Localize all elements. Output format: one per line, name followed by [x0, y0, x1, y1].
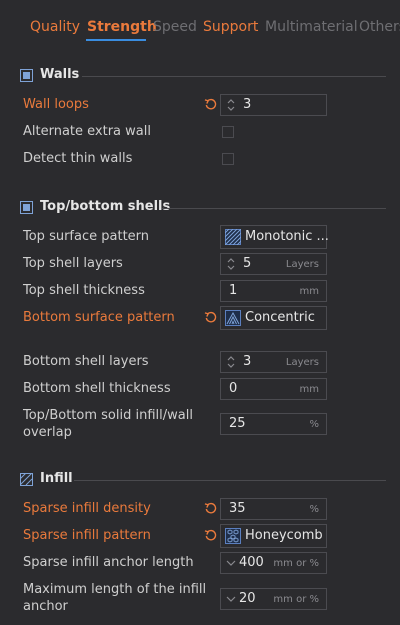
bottom-surface-pattern-label: Bottom surface pattern	[23, 310, 175, 325]
anchor-length-input[interactable]: 400 mm or %	[220, 552, 327, 574]
bottom-shell-thickness-value: 0	[229, 381, 238, 396]
top-surface-pattern-select[interactable]: Monotonic ...	[220, 225, 329, 249]
spinner-icon[interactable]	[226, 256, 236, 272]
shells-section-icon	[20, 201, 33, 214]
max-anchor-label-line2: anchor	[23, 599, 68, 614]
section-title: Infill	[40, 471, 73, 486]
top-shell-thickness-input[interactable]: 1 mm	[220, 280, 327, 302]
section-divider	[162, 208, 386, 209]
max-anchor-label-line1: Maximum length of the infill	[23, 582, 207, 597]
tab-others[interactable]: Others	[359, 19, 400, 35]
undo-icon[interactable]	[204, 529, 217, 542]
spinner-icon[interactable]	[226, 354, 236, 370]
infill-section-icon	[20, 473, 33, 486]
max-anchor-input[interactable]: 20 mm or %	[220, 588, 327, 610]
unit-label: %	[309, 419, 319, 430]
top-shell-thickness-value: 1	[229, 283, 238, 298]
undo-icon[interactable]	[204, 311, 217, 324]
unit-label: %	[309, 504, 319, 515]
top-shell-layers-value: 5	[243, 256, 252, 271]
unit-label: mm or %	[273, 558, 319, 569]
tab-multimaterial[interactable]: Multimaterial	[265, 19, 358, 35]
active-tab-indicator	[86, 39, 146, 41]
wall-loops-value: 3	[243, 97, 252, 112]
detect-thin-walls-checkbox[interactable]	[222, 153, 234, 165]
spinner-icon[interactable]	[226, 97, 236, 113]
unit-label: Layers	[285, 259, 319, 270]
overlap-label-line2: overlap	[23, 425, 72, 440]
sparse-infill-pattern-label: Sparse infill pattern	[23, 528, 151, 543]
tab-quality[interactable]: Quality	[30, 19, 80, 35]
tab-strength[interactable]: Strength	[87, 19, 157, 35]
bottom-shell-thickness-label: Bottom shell thickness	[23, 381, 171, 396]
top-shell-thickness-label: Top shell thickness	[23, 283, 145, 298]
chevron-down-icon[interactable]	[226, 559, 236, 567]
sparse-infill-pattern-select[interactable]: Honeycomb	[220, 524, 327, 548]
sparse-infill-density-value: 35	[229, 501, 246, 516]
top-surface-pattern-label: Top surface pattern	[23, 229, 150, 244]
undo-icon[interactable]	[204, 98, 217, 111]
wall-loops-label: Wall loops	[23, 97, 89, 112]
bottom-shell-layers-label: Bottom shell layers	[23, 354, 149, 369]
top-surface-pattern-value: Monotonic ...	[245, 229, 329, 244]
max-anchor-value: 20	[239, 591, 256, 606]
unit-label: Layers	[285, 357, 319, 368]
section-title: Walls	[40, 67, 80, 82]
anchor-length-label: Sparse infill anchor length	[23, 555, 194, 570]
sparse-infill-density-input[interactable]: 35 %	[220, 498, 327, 520]
section-title: Top/bottom shells	[40, 199, 171, 214]
unit-label: mm	[299, 384, 319, 395]
concentric-pattern-icon	[225, 310, 241, 326]
chevron-down-icon[interactable]	[226, 595, 236, 603]
section-shells-header: Top/bottom shells	[18, 199, 386, 217]
top-shell-layers-input[interactable]: 5 Layers	[220, 253, 327, 275]
honeycomb-pattern-icon	[225, 528, 241, 544]
alternate-extra-wall-checkbox[interactable]	[222, 126, 234, 138]
monotonic-pattern-icon	[225, 229, 241, 245]
section-infill-header: Infill	[18, 471, 386, 489]
bottom-shell-layers-value: 3	[243, 354, 252, 369]
overlap-label-line1: Top/Bottom solid infill/wall	[23, 408, 193, 423]
section-divider	[82, 76, 386, 77]
tab-speed[interactable]: Speed	[153, 19, 197, 35]
sparse-infill-pattern-value: Honeycomb	[245, 528, 323, 543]
detect-thin-walls-label: Detect thin walls	[23, 151, 133, 166]
bottom-shell-layers-input[interactable]: 3 Layers	[220, 351, 327, 373]
overlap-value: 25	[229, 416, 246, 431]
anchor-length-value: 400	[239, 555, 264, 570]
bottom-surface-pattern-value: Concentric	[245, 310, 315, 325]
top-shell-layers-label: Top shell layers	[23, 256, 123, 271]
walls-section-icon	[20, 69, 33, 82]
bottom-shell-thickness-input[interactable]: 0 mm	[220, 378, 327, 400]
bottom-surface-pattern-select[interactable]: Concentric	[220, 306, 327, 330]
tab-support[interactable]: Support	[203, 19, 258, 35]
undo-icon[interactable]	[204, 502, 217, 515]
settings-tabs: Quality Strength Speed Support Multimate…	[0, 0, 400, 44]
unit-label: mm or %	[273, 594, 319, 605]
overlap-input[interactable]: 25 %	[220, 413, 327, 435]
sparse-infill-density-label: Sparse infill density	[23, 501, 151, 516]
section-walls-header: Walls	[18, 67, 386, 85]
section-divider	[74, 480, 386, 481]
wall-loops-input[interactable]: 3	[220, 94, 327, 116]
alternate-extra-wall-label: Alternate extra wall	[23, 124, 151, 139]
unit-label: mm	[299, 286, 319, 297]
